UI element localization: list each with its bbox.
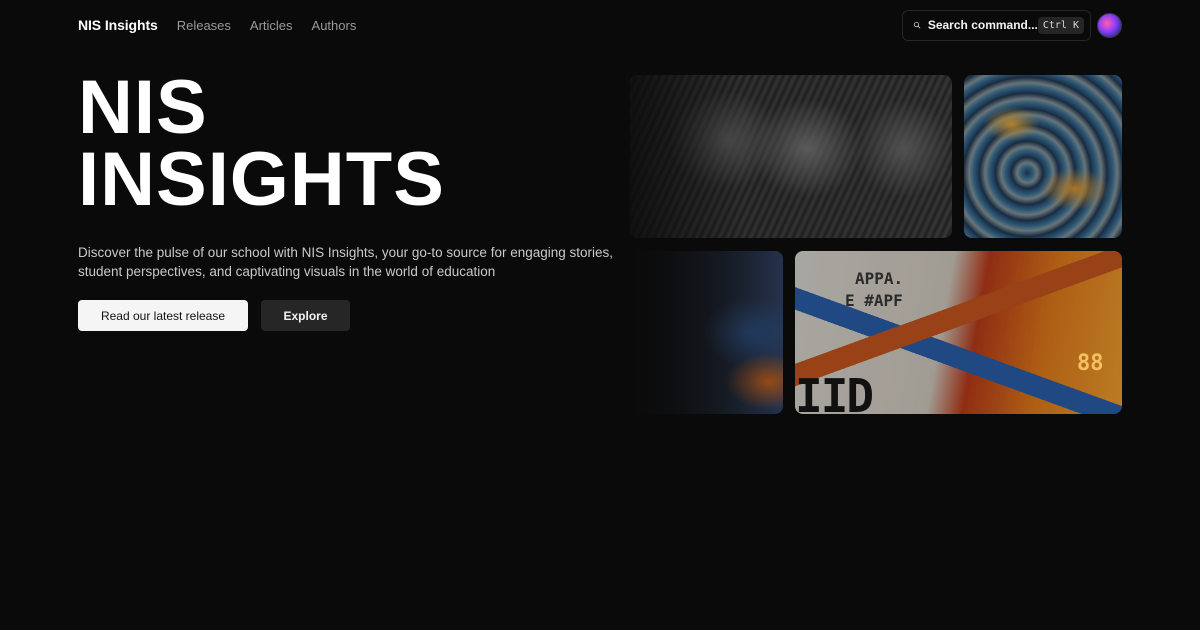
explore-button[interactable]: Explore [261,300,350,331]
hero-description: Discover the pulse of our school with NI… [78,245,614,279]
gallery-image-marble[interactable] [964,75,1122,238]
read-latest-release-button[interactable]: Read our latest release [78,300,248,331]
hero-title: NIS INSIGHTS [78,70,578,218]
hero-title-line-2: INSIGHTS [78,137,445,222]
poster-text-1: APPA. [855,269,904,288]
search-shortcut-badge: Ctrl K [1037,16,1084,34]
poster-text-3: 88 [1077,351,1104,376]
poster-text-4: IID [795,369,874,414]
user-avatar[interactable] [1097,12,1122,38]
page: NIS Insights Releases Articles Authors S… [0,0,1200,630]
brand-logo[interactable]: NIS Insights [78,17,158,33]
search-icon [913,21,921,29]
gallery-image-faces[interactable] [630,75,952,238]
poster-text-2: E #APF [845,291,903,310]
top-nav: NIS Insights Releases Articles Authors S… [78,9,1122,41]
gallery-image-posters[interactable]: APPA. E #APF 88 IID [795,251,1122,414]
search-label: Search command... [927,18,1038,32]
nav-link-articles[interactable]: Articles [250,18,293,33]
nav-link-authors[interactable]: Authors [312,18,357,33]
nav-link-releases[interactable]: Releases [177,18,231,33]
gallery-image-abstract[interactable] [630,251,783,414]
search-command-button[interactable]: Search command... Ctrl K [902,9,1091,41]
